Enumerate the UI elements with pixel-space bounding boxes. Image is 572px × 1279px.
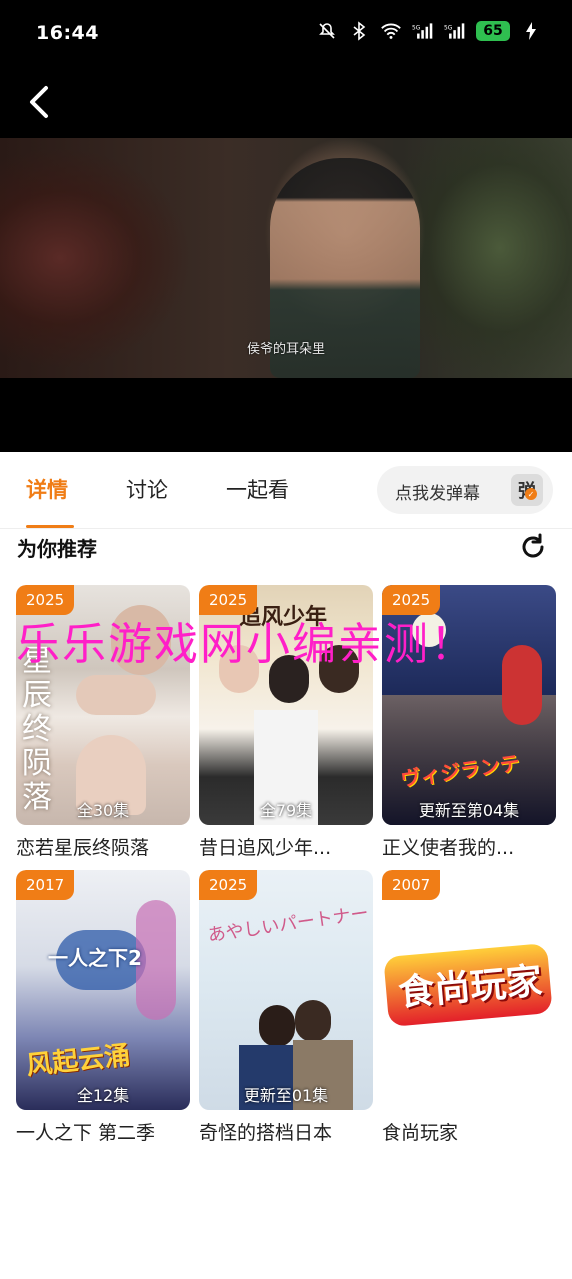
refresh-button[interactable] — [518, 532, 548, 562]
card-title: 昔日追风少年... — [199, 837, 332, 859]
signal-icon: 5G — [444, 20, 466, 42]
year-badge: 2007 — [382, 870, 441, 900]
year-badge: 2025 — [382, 585, 441, 615]
poster-image: 一人之下2 风起云涌 2017 全12集 — [16, 870, 190, 1110]
year-badge: 2025 — [199, 585, 258, 615]
episode-count: 更新至01集 — [243, 1086, 329, 1105]
year-badge: 2025 — [199, 870, 258, 900]
wifi-icon — [380, 20, 402, 42]
svg-text:5G: 5G — [412, 25, 421, 31]
card-title: 一人之下 第二季 — [16, 1122, 156, 1144]
battery-indicator: 65 — [476, 21, 510, 41]
recommendation-card[interactable]: 一人之下2 风起云涌 2017 全12集 一人之下 第二季 — [16, 870, 190, 1144]
poster-image: 星辰终陨落 2025 全30集 — [16, 585, 190, 825]
recommendation-card[interactable]: 星辰终陨落 2025 全30集 恋若星辰终陨落 — [16, 585, 190, 859]
poster-image: 追风少年 2025 全79集 — [199, 585, 373, 825]
signal-icon: 5G — [412, 20, 434, 42]
poster-image: ヴィジランテ 2025 更新至第04集 — [382, 585, 556, 825]
video-player[interactable]: 侯爷的耳朵里 — [0, 138, 572, 378]
card-title: 奇怪的搭档日本 — [199, 1122, 333, 1144]
year-badge: 2025 — [16, 585, 75, 615]
back-arrow-icon — [30, 86, 48, 118]
card-title: 正义使者我的... — [382, 837, 515, 859]
check-icon: ✓ — [525, 488, 537, 500]
mute-icon — [316, 20, 338, 42]
episode-count: 全30集 — [76, 801, 130, 820]
poster-image: あやしいパートナー 2025 更新至01集 — [199, 870, 373, 1110]
recommendation-card[interactable]: 食尚玩家 2007 食尚玩家 — [382, 870, 556, 1144]
status-icons: 5G 5G 65 — [316, 20, 542, 42]
svg-text:5G: 5G — [444, 25, 453, 31]
poster-title-text: 一人之下2 — [48, 946, 142, 970]
episode-count: 更新至第04集 — [418, 801, 520, 820]
divider — [0, 528, 572, 529]
poster-image: 食尚玩家 2007 — [382, 870, 556, 1110]
poster-title-text: あやしいパートナー — [206, 902, 370, 947]
tab-watch-together[interactable]: 一起看 — [226, 474, 289, 504]
tab-discussion[interactable]: 讨论 — [126, 474, 168, 504]
danmu-toggle-icon[interactable]: 弹 ✓ — [511, 474, 543, 506]
charging-icon — [520, 20, 542, 42]
recommendation-card[interactable]: あやしいパートナー 2025 更新至01集 奇怪的搭档日本 — [199, 870, 373, 1144]
send-danmu-button[interactable]: 点我发弹幕 弹 ✓ — [377, 466, 553, 514]
episode-count: 全12集 — [76, 1086, 130, 1105]
episode-count: 全79集 — [259, 801, 313, 820]
back-button[interactable] — [22, 82, 58, 122]
card-title: 食尚玩家 — [382, 1122, 459, 1144]
refresh-icon — [522, 533, 544, 558]
section-title: 为你推荐 — [17, 537, 97, 561]
video-subtitle: 侯爷的耳朵里 — [246, 342, 325, 357]
recommendation-card[interactable]: ヴィジランテ 2025 更新至第04集 正义使者我的... — [382, 585, 556, 859]
poster-title-text: 星辰终陨落 — [22, 644, 52, 815]
card-title: 恋若星辰终陨落 — [16, 837, 150, 859]
status-time: 16:44 — [36, 22, 99, 44]
bluetooth-icon — [348, 20, 370, 42]
tab-details[interactable]: 详情 — [26, 474, 68, 504]
danmu-label: 点我发弹幕 — [395, 484, 480, 504]
year-badge: 2017 — [16, 870, 75, 900]
recommendation-card[interactable]: 追风少年 2025 全79集 昔日追风少年... — [199, 585, 373, 859]
